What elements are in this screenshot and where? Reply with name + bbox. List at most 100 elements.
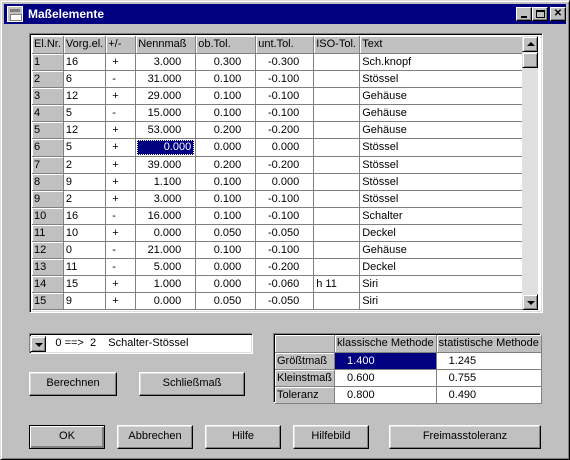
- table-row[interactable]: 2 6-31.000 0.100 -0.100 Stössel: [32, 70, 525, 88]
- cell-iso-tol[interactable]: [313, 207, 361, 225]
- cell-text[interactable]: Gehäuse: [359, 241, 525, 259]
- row-header[interactable]: 6: [32, 138, 64, 157]
- cell-sign[interactable]: +: [105, 224, 137, 242]
- scroll-down-button[interactable]: [522, 294, 538, 310]
- cell-text[interactable]: Gehäuse: [359, 87, 525, 105]
- cell-unt-tol[interactable]: -0.100: [255, 241, 315, 259]
- cell-nennmass[interactable]: 3.000: [135, 53, 197, 71]
- column-header[interactable]: El.Nr.: [32, 36, 64, 54]
- cell-vorgaenger[interactable]: 5: [63, 104, 107, 122]
- cell-nennmass[interactable]: 31.000: [135, 70, 197, 88]
- column-header[interactable]: Text: [359, 36, 525, 54]
- cell-ob-tol[interactable]: 0.100: [195, 70, 257, 88]
- row-header[interactable]: 13: [32, 258, 64, 276]
- cell-vorgaenger[interactable]: 2: [63, 190, 107, 208]
- cell-sign[interactable]: +: [105, 292, 137, 310]
- row-header[interactable]: 14: [32, 275, 64, 293]
- cell-ob-tol[interactable]: 0.100: [195, 241, 257, 259]
- row-header[interactable]: 5: [32, 121, 64, 139]
- cell-vorgaenger[interactable]: 5: [63, 138, 107, 157]
- cell-nennmass[interactable]: 53.000: [135, 121, 197, 139]
- cell-iso-tol[interactable]: [313, 121, 361, 139]
- cell-unt-tol[interactable]: -0.100: [255, 104, 315, 122]
- cell-unt-tol[interactable]: -0.300: [255, 53, 315, 71]
- cell-nennmass[interactable]: 0.000: [135, 292, 197, 310]
- table-row[interactable]: 7 2 +39.000 0.200 -0.200 Stössel: [32, 156, 525, 174]
- cell-ob-tol[interactable]: 0.100: [195, 173, 257, 191]
- cell-vorgaenger[interactable]: 16: [63, 207, 107, 225]
- result-cell-selected[interactable]: 1.400: [334, 352, 437, 370]
- cell-nennmass-selected[interactable]: 0.000: [135, 138, 197, 157]
- cell-sign[interactable]: -: [105, 258, 137, 276]
- cell-nennmass[interactable]: 0.000: [135, 224, 197, 242]
- table-row[interactable]: 11 10 +0.000 0.050 -0.050 Deckel: [32, 224, 525, 242]
- cell-text[interactable]: Siri: [359, 292, 525, 310]
- row-header[interactable]: 3: [32, 87, 64, 105]
- cell-unt-tol[interactable]: -0.100: [255, 190, 315, 208]
- title-bar[interactable]: Maßelemente ✕: [4, 4, 566, 24]
- row-header[interactable]: 10: [32, 207, 64, 225]
- cell-vorgaenger[interactable]: 10: [63, 224, 107, 242]
- table-row[interactable]: 4 5-15.000 0.100 -0.100 Gehäuse: [32, 104, 525, 122]
- row-header[interactable]: 1: [32, 53, 64, 71]
- table-row[interactable]: 14 15 +1.000 0.000 -0.060 h 11 Siri: [32, 275, 525, 293]
- row-header[interactable]: 15: [32, 292, 64, 310]
- cell-ob-tol[interactable]: 0.100: [195, 104, 257, 122]
- row-header[interactable]: 2: [32, 70, 64, 88]
- cell-sign[interactable]: +: [105, 156, 137, 174]
- column-header[interactable]: +/-: [105, 36, 137, 54]
- dimension-grid[interactable]: El.Nr. Vorg.el. +/- Nennmaß ob.Tol. unt.…: [29, 33, 543, 313]
- cell-iso-tol[interactable]: [313, 292, 361, 310]
- cell-vorgaenger[interactable]: 11: [63, 258, 107, 276]
- cell-unt-tol[interactable]: 0.000: [255, 173, 315, 191]
- cell-sign[interactable]: +: [105, 173, 137, 191]
- cell-text[interactable]: Stössel: [359, 173, 525, 191]
- column-header[interactable]: unt.Tol.: [255, 36, 315, 54]
- minimize-button[interactable]: [516, 7, 532, 21]
- calculate-button[interactable]: Berechnen: [29, 372, 117, 396]
- cell-iso-tol[interactable]: [313, 53, 361, 71]
- column-header[interactable]: ISO-Tol.: [313, 36, 361, 54]
- cell-ob-tol[interactable]: 0.050: [195, 224, 257, 242]
- cell-iso-tol[interactable]: [313, 87, 361, 105]
- cell-ob-tol[interactable]: 0.000: [195, 138, 257, 157]
- cell-vorgaenger[interactable]: 6: [63, 70, 107, 88]
- cell-unt-tol[interactable]: -0.100: [255, 207, 315, 225]
- cell-ob-tol[interactable]: 0.100: [195, 190, 257, 208]
- table-row[interactable]: 13 11-5.000 0.000 -0.200 Deckel: [32, 258, 525, 276]
- free-tolerance-button[interactable]: Freimasstoleranz: [389, 425, 541, 449]
- cell-text[interactable]: Stössel: [359, 190, 525, 208]
- cell-iso-tol[interactable]: h 11: [313, 275, 361, 293]
- cell-text[interactable]: Stössel: [359, 138, 525, 157]
- cell-nennmass[interactable]: 5.000: [135, 258, 197, 276]
- cell-iso-tol[interactable]: [313, 138, 361, 157]
- cell-unt-tol[interactable]: -0.050: [255, 224, 315, 242]
- cell-nennmass[interactable]: 3.000: [135, 190, 197, 208]
- cell-sign[interactable]: +: [105, 275, 137, 293]
- help-image-button[interactable]: Hilfebild: [293, 425, 369, 449]
- row-header[interactable]: 9: [32, 190, 64, 208]
- cell-nennmass[interactable]: 29.000: [135, 87, 197, 105]
- cell-nennmass[interactable]: 16.000: [135, 207, 197, 225]
- table-row[interactable]: 15 9 +0.000 0.050 -0.050 Siri: [32, 292, 525, 310]
- cell-vorgaenger[interactable]: 9: [63, 292, 107, 310]
- table-row[interactable]: 5 12 +53.000 0.200 -0.200 Gehäuse: [32, 121, 525, 139]
- table-row[interactable]: 3 12 +29.000 0.100 -0.100 Gehäuse: [32, 87, 525, 105]
- cell-ob-tol[interactable]: 0.100: [195, 207, 257, 225]
- table-row[interactable]: 8 9 +1.100 0.100 0.000 Stössel: [32, 173, 525, 191]
- cell-ob-tol[interactable]: 0.050: [195, 292, 257, 310]
- table-row[interactable]: 9 2 +3.000 0.100 -0.100 Stössel: [32, 190, 525, 208]
- cell-unt-tol[interactable]: -0.050: [255, 292, 315, 310]
- cell-sign[interactable]: +: [105, 121, 137, 139]
- cell-ob-tol[interactable]: 0.000: [195, 275, 257, 293]
- cell-vorgaenger[interactable]: 12: [63, 87, 107, 105]
- cancel-button[interactable]: Abbrechen: [117, 425, 193, 449]
- cell-vorgaenger[interactable]: 16: [63, 53, 107, 71]
- scroll-thumb[interactable]: [522, 52, 538, 68]
- cell-iso-tol[interactable]: [313, 104, 361, 122]
- cell-ob-tol[interactable]: 0.200: [195, 121, 257, 139]
- cell-unt-tol[interactable]: -0.060: [255, 275, 315, 293]
- cell-sign[interactable]: +: [105, 53, 137, 71]
- row-header[interactable]: 11: [32, 224, 64, 242]
- cell-nennmass[interactable]: 1.100: [135, 173, 197, 191]
